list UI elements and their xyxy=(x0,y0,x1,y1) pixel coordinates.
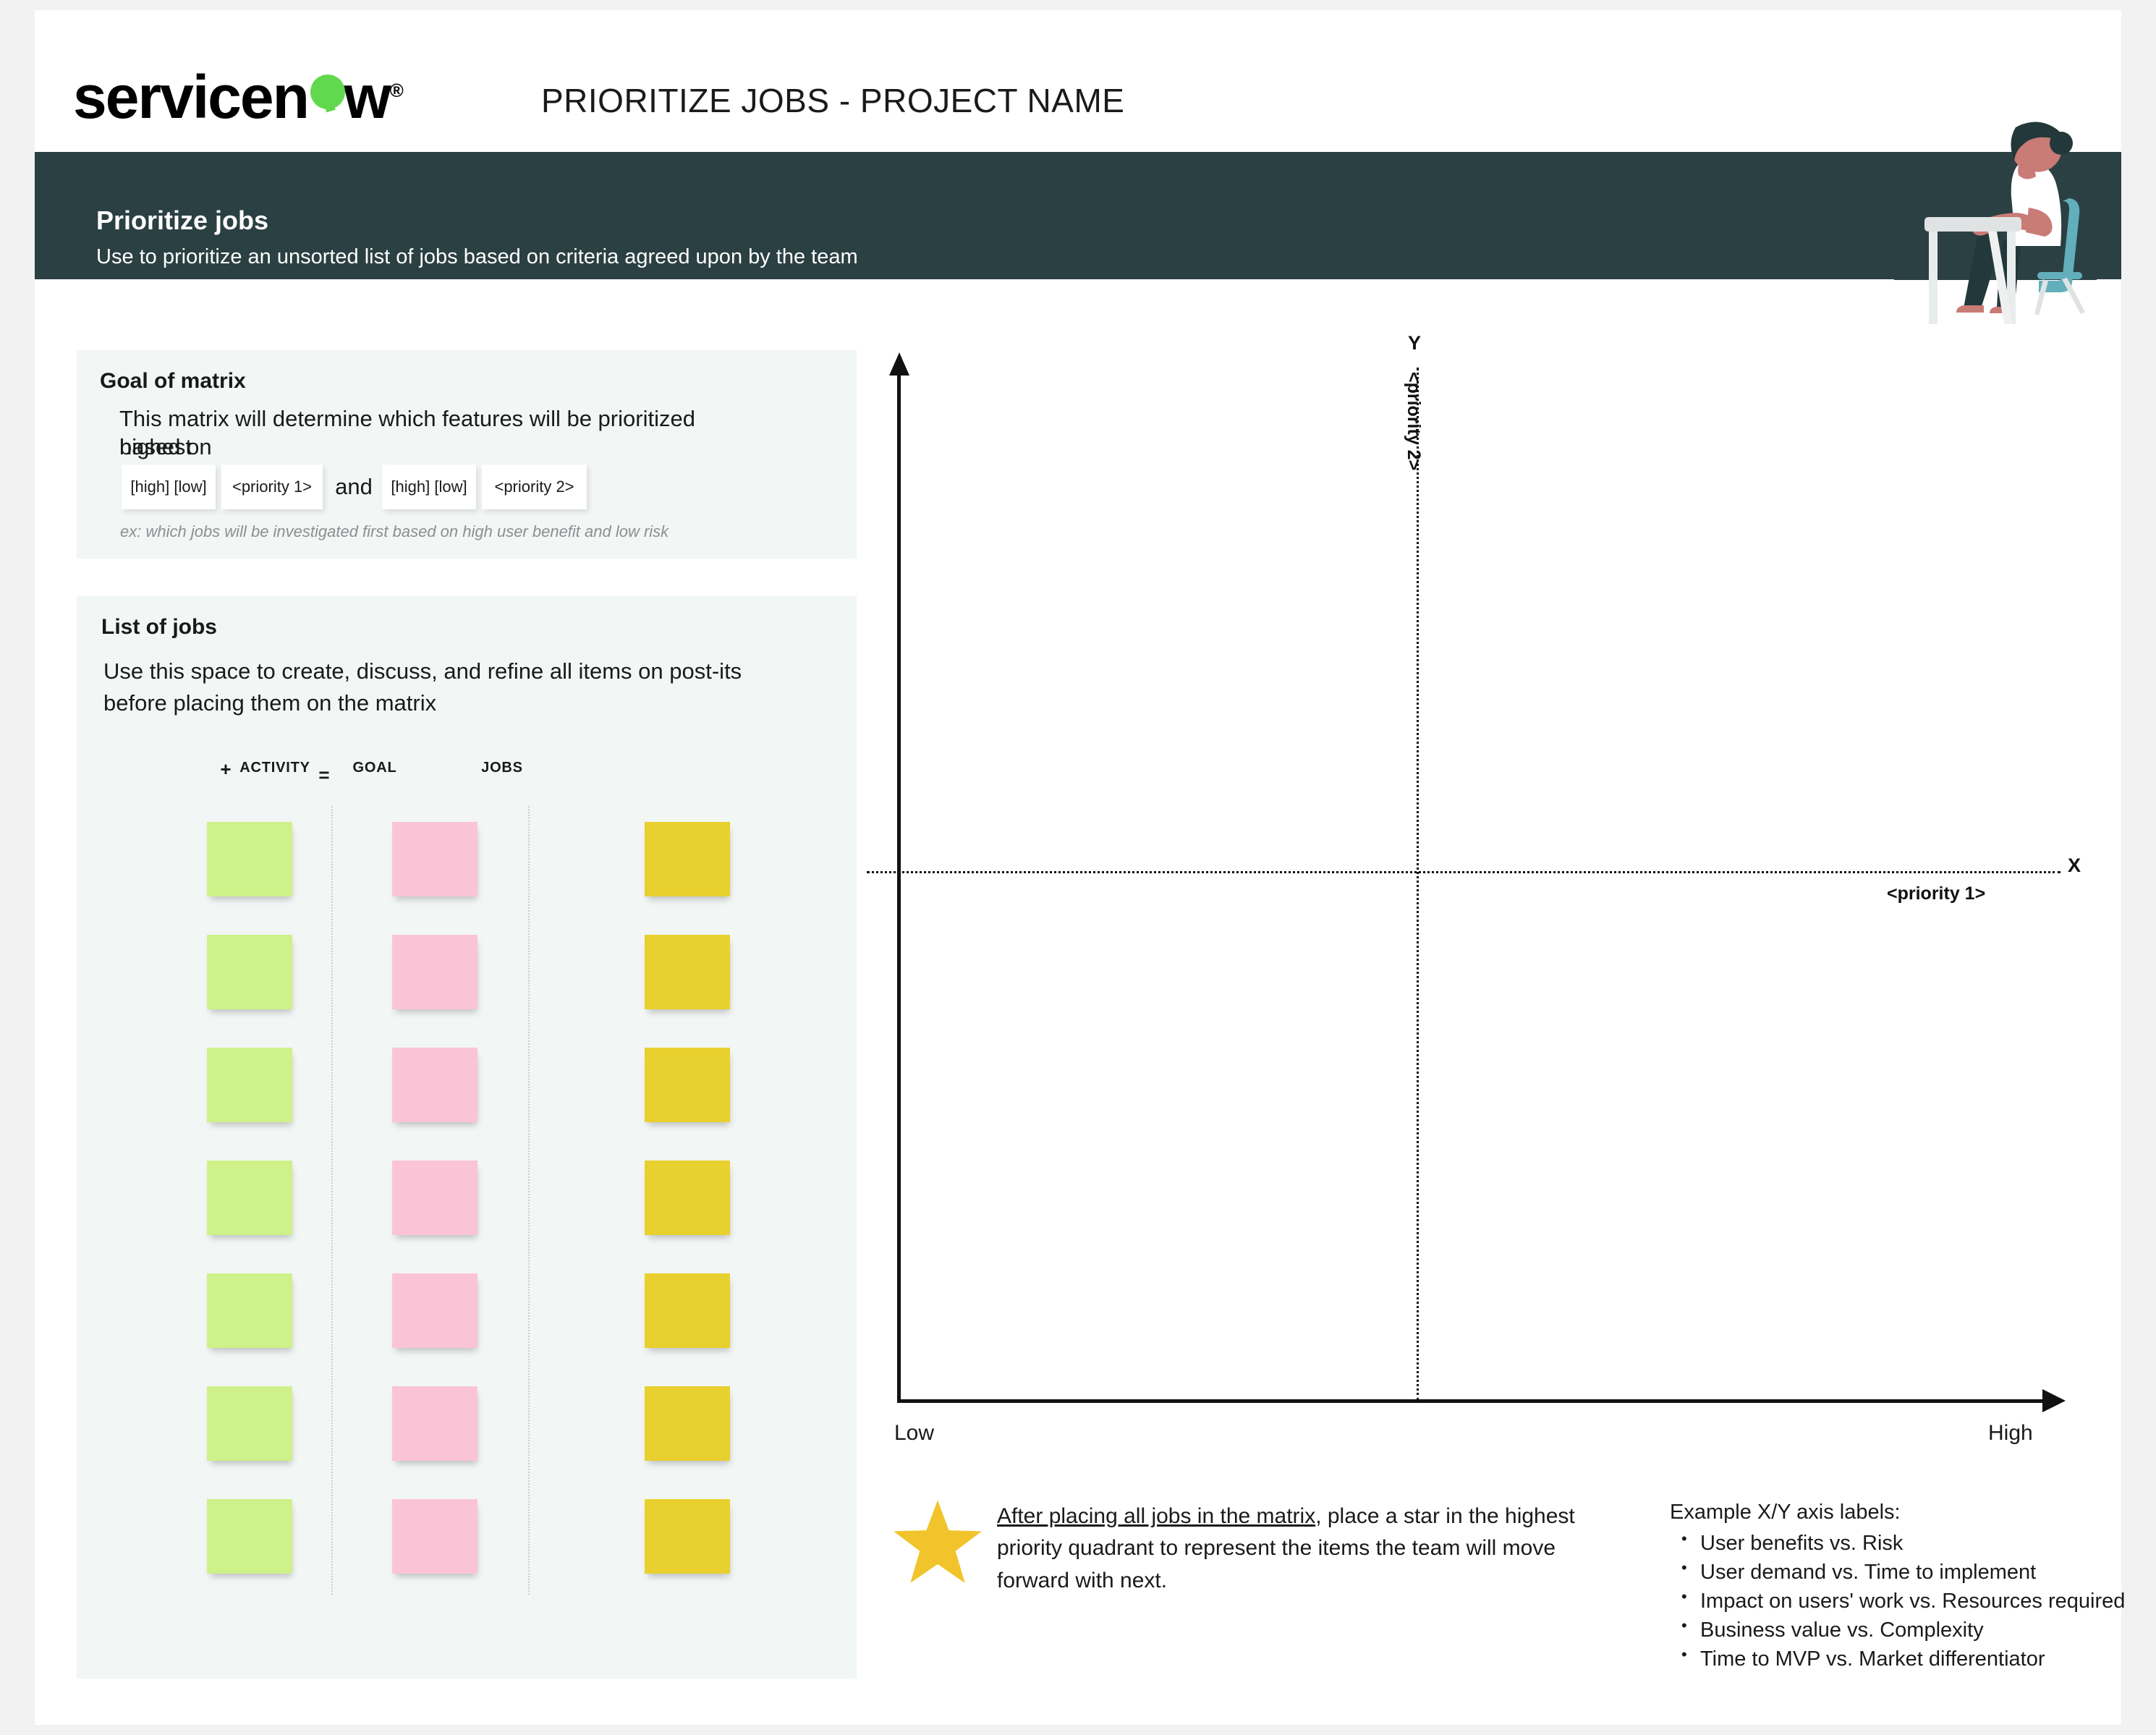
column-divider-2 xyxy=(528,806,530,1595)
postit-note[interactable] xyxy=(392,935,478,1009)
example-axis-labels-title: Example X/Y axis labels: xyxy=(1670,1501,1901,1524)
postit-note[interactable] xyxy=(207,935,292,1009)
x-axis-arrowhead xyxy=(2042,1389,2066,1412)
postit-note[interactable] xyxy=(645,1048,730,1122)
star-instruction-text: After placing all jobs in the matrix, pl… xyxy=(997,1501,1626,1597)
star-icon xyxy=(891,1496,985,1590)
y-axis-sublabel: <priority 2> xyxy=(1404,372,1424,471)
goal-chip-priority-1[interactable]: <priority 1> xyxy=(221,464,323,509)
postit-note[interactable] xyxy=(392,1048,478,1122)
example-axis-label-item: Impact on users' work vs. Resources requ… xyxy=(1670,1586,2133,1616)
jobs-panel-description: Use this space to create, discuss, and r… xyxy=(103,658,742,716)
example-axis-label-item: User benefits vs. Risk xyxy=(1670,1528,2133,1558)
y-axis-label: Y xyxy=(1408,332,1422,354)
column-divider-1 xyxy=(331,806,334,1595)
example-axis-label-item: Time to MVP vs. Market differentiator xyxy=(1670,1644,2133,1674)
jobs-column-operator: = xyxy=(318,764,330,786)
band-subtitle: Use to prioritize an unsorted list of jo… xyxy=(96,245,858,268)
logo-text-a: servicen xyxy=(73,63,310,131)
example-axis-labels-list: User benefits vs. RiskUser demand vs. Ti… xyxy=(1670,1528,2133,1674)
goal-panel-heading: Goal of matrix xyxy=(100,369,246,393)
person-at-desk-illustration xyxy=(1894,111,2097,336)
postit-note[interactable] xyxy=(645,935,730,1009)
goal-example-text: ex: which jobs will be investigated firs… xyxy=(120,522,669,540)
postit-note[interactable] xyxy=(645,1273,730,1348)
jobs-column-operator: + xyxy=(220,758,232,780)
logo-registered-mark: ® xyxy=(389,80,404,101)
servicenow-logo: servicenow® xyxy=(73,67,404,127)
page-header: servicenow® PRIORITIZE JOBS - PROJECT NA… xyxy=(35,10,2121,152)
postit-note[interactable] xyxy=(392,822,478,896)
example-axis-label-item: User demand vs. Time to implement xyxy=(1670,1557,2133,1587)
example-axis-label-item: Business value vs. Complexity xyxy=(1670,1615,2133,1645)
x-axis-sublabel: <priority 1> xyxy=(1887,883,1986,904)
page-title: PRIORITIZE JOBS - PROJECT NAME xyxy=(541,82,1125,119)
postit-note[interactable] xyxy=(207,1386,292,1461)
goal-chip-high-low-1[interactable]: [high] [low] xyxy=(122,464,216,509)
goal-conjunction-and: and xyxy=(335,474,373,499)
postit-note[interactable] xyxy=(392,1273,478,1348)
y-axis-line xyxy=(897,372,901,1403)
postit-note[interactable] xyxy=(645,1161,730,1235)
goal-description-line2b: based on xyxy=(119,434,212,459)
goal-chip-priority-2[interactable]: <priority 2> xyxy=(482,464,587,509)
goal-chip-high-low-2[interactable]: [high] [low] xyxy=(382,464,476,509)
logo-text-b: w xyxy=(344,63,391,131)
postit-note[interactable] xyxy=(207,1161,292,1235)
postit-note[interactable] xyxy=(645,1499,730,1574)
x-axis-line xyxy=(897,1399,2047,1403)
postit-note[interactable] xyxy=(207,1499,292,1574)
logo-o-glyph: o xyxy=(308,67,346,127)
priority-matrix: Y <priority 2> X <priority 1> Low High xyxy=(867,332,2111,1472)
example-axis-labels-block: Example X/Y axis labels: User benefits v… xyxy=(1670,1501,2133,1674)
postit-note[interactable] xyxy=(392,1161,478,1235)
quadrant-divider-vertical xyxy=(1417,368,1419,1401)
jobs-column-header: JOBS xyxy=(481,760,523,776)
quadrant-divider-horizontal xyxy=(867,871,2060,873)
page-root: servicenow® PRIORITIZE JOBS - PROJECT NA… xyxy=(0,0,2156,1735)
postit-note[interactable] xyxy=(392,1499,478,1574)
postit-note[interactable] xyxy=(645,1386,730,1461)
x-axis-label: X xyxy=(2068,854,2081,876)
star-instruction-underlined: After placing all jobs in the matrix xyxy=(997,1504,1316,1528)
x-axis-low-label: Low xyxy=(894,1421,935,1445)
x-axis-high-label: High xyxy=(1988,1421,2033,1445)
jobs-panel-heading: List of jobs xyxy=(101,615,217,639)
postit-note[interactable] xyxy=(392,1386,478,1461)
postit-note[interactable] xyxy=(207,1273,292,1348)
band-title: Prioritize jobs xyxy=(96,205,269,235)
postit-note[interactable] xyxy=(207,822,292,896)
postit-note[interactable] xyxy=(645,822,730,896)
worksheet-sheet: servicenow® PRIORITIZE JOBS - PROJECT NA… xyxy=(35,10,2125,1725)
goal-description-line1: This matrix will determine which feature… xyxy=(119,406,695,431)
postit-note[interactable] xyxy=(207,1048,292,1122)
